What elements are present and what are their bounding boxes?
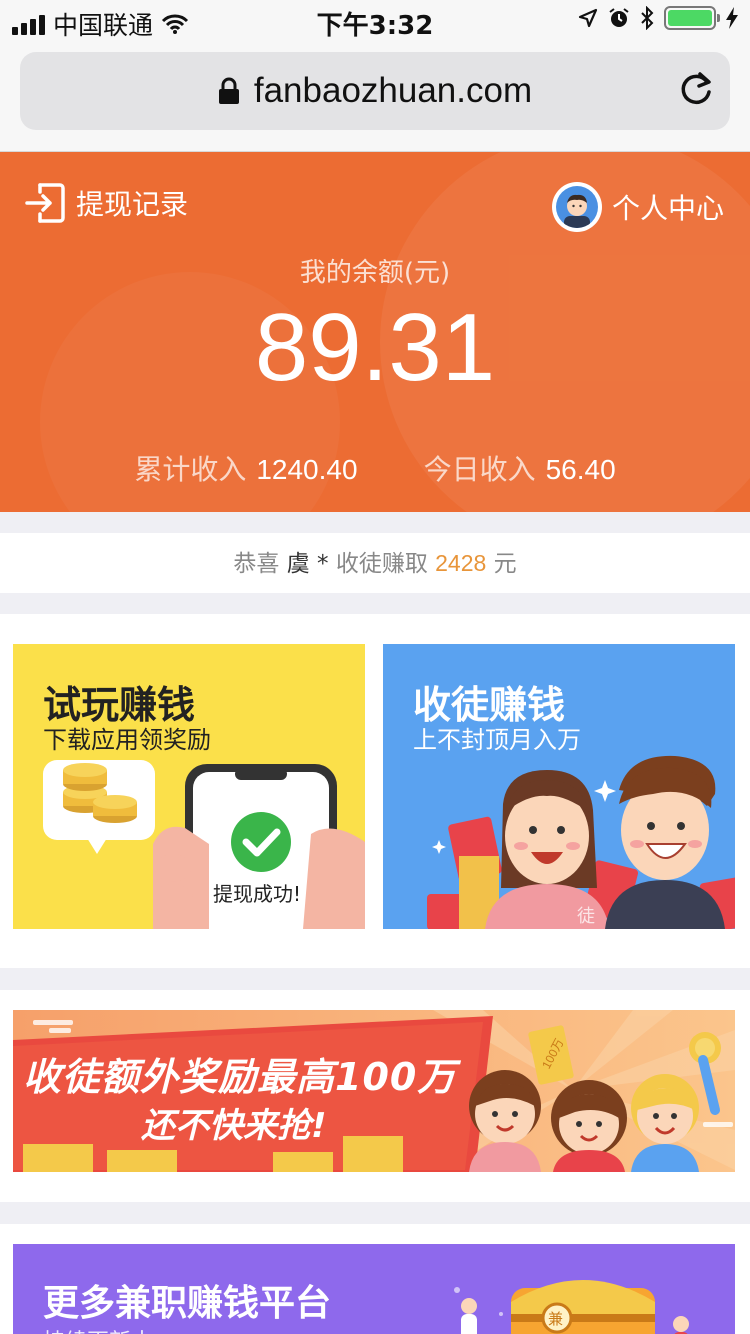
withdraw-records-link[interactable]: 提现记录 bbox=[24, 182, 188, 224]
notice-amount: 2428 bbox=[435, 550, 487, 576]
recruit-earn-subtitle: 上不封顶月入万 bbox=[413, 726, 581, 754]
exit-icon bbox=[25, 183, 65, 223]
reload-icon[interactable] bbox=[676, 70, 716, 110]
status-bar: 中国联通 下午3:32 bbox=[0, 0, 750, 42]
notice-middle: 收徒赚取 bbox=[335, 551, 428, 577]
trial-earn-subtitle: 下载应用领奖励 bbox=[43, 726, 211, 754]
more-platforms-card[interactable]: 兼 更多兼职赚钱平台 持续更新中 bbox=[13, 1244, 735, 1334]
income-summary: 累计收入 1240.40 今日收入 56.40 bbox=[0, 448, 750, 488]
balance-label: 我的余额(元) bbox=[299, 258, 451, 288]
bluetooth-icon bbox=[641, 6, 654, 30]
trial-earn-card[interactable]: 试玩赚钱 下载应用领奖励 提现成功! bbox=[13, 644, 365, 929]
today-income-value: 56.40 bbox=[545, 454, 616, 485]
feature-cards: 试玩赚钱 下载应用领奖励 提现成功! 收徒赚钱 上不封顶月入万 徒 bbox=[0, 614, 750, 968]
notice-prefix: 恭喜 bbox=[233, 551, 280, 577]
profile-link[interactable]: 个人中心 bbox=[551, 182, 724, 232]
lock-icon bbox=[218, 77, 239, 104]
recruit-bonus-banner[interactable]: 100万 收徒额外奖励最高100万 还不快来抢! bbox=[13, 1010, 735, 1172]
profile-label: 个人中心 bbox=[611, 192, 724, 225]
more-platforms-subtitle: 持续更新中 bbox=[43, 1324, 153, 1334]
today-income: 今日收入 56.40 bbox=[424, 448, 616, 488]
more-platforms-section: 兼 更多兼职赚钱平台 持续更新中 bbox=[0, 1224, 750, 1334]
shirt-badge: 徒 bbox=[577, 906, 595, 927]
charging-icon bbox=[726, 7, 738, 29]
promo-banner-section: 100万 收徒额外奖励最高100万 还不快来抢! bbox=[0, 990, 750, 1202]
total-income-value: 1240.40 bbox=[256, 454, 358, 485]
total-income-label: 累计收入 bbox=[134, 453, 247, 486]
total-income: 累计收入 1240.40 bbox=[134, 448, 357, 488]
today-income-label: 今日收入 bbox=[423, 453, 536, 486]
url-field[interactable]: fanbaozhuan.com bbox=[20, 52, 730, 130]
url-text: fanbaozhuan.com bbox=[253, 71, 533, 110]
location-icon bbox=[578, 8, 598, 28]
notice-suffix: 元 bbox=[493, 551, 517, 577]
more-platforms-title: 更多兼职赚钱平台 bbox=[43, 1283, 332, 1324]
battery-icon bbox=[664, 6, 720, 30]
browser-toolbar: fanbaozhuan.com bbox=[0, 42, 750, 152]
congrats-notice: 恭喜 虞 * 收徒赚取 2428 元 bbox=[0, 533, 750, 593]
withdraw-success-text: 提现成功! bbox=[213, 882, 302, 906]
recruit-earn-card[interactable]: 收徒赚钱 上不封顶月入万 徒 bbox=[383, 644, 735, 929]
banner-headline: 收徒额外奖励最高100万 bbox=[23, 1055, 457, 1099]
alarm-icon bbox=[609, 8, 629, 27]
banner-subline: 还不快来抢! bbox=[141, 1106, 327, 1146]
withdraw-records-label: 提现记录 bbox=[76, 188, 189, 221]
notice-user: 虞 * bbox=[286, 551, 329, 577]
balance-amount: 89.31 bbox=[254, 294, 496, 401]
chest-label: 兼 bbox=[548, 1310, 563, 1328]
avatar-face-icon bbox=[563, 194, 590, 228]
balance-header: 提现记录 个人中心 我的余额(元) 89.31 累计收入 1240.40 今日收入… bbox=[0, 152, 750, 512]
status-right bbox=[578, 6, 738, 30]
avatar bbox=[551, 182, 602, 232]
